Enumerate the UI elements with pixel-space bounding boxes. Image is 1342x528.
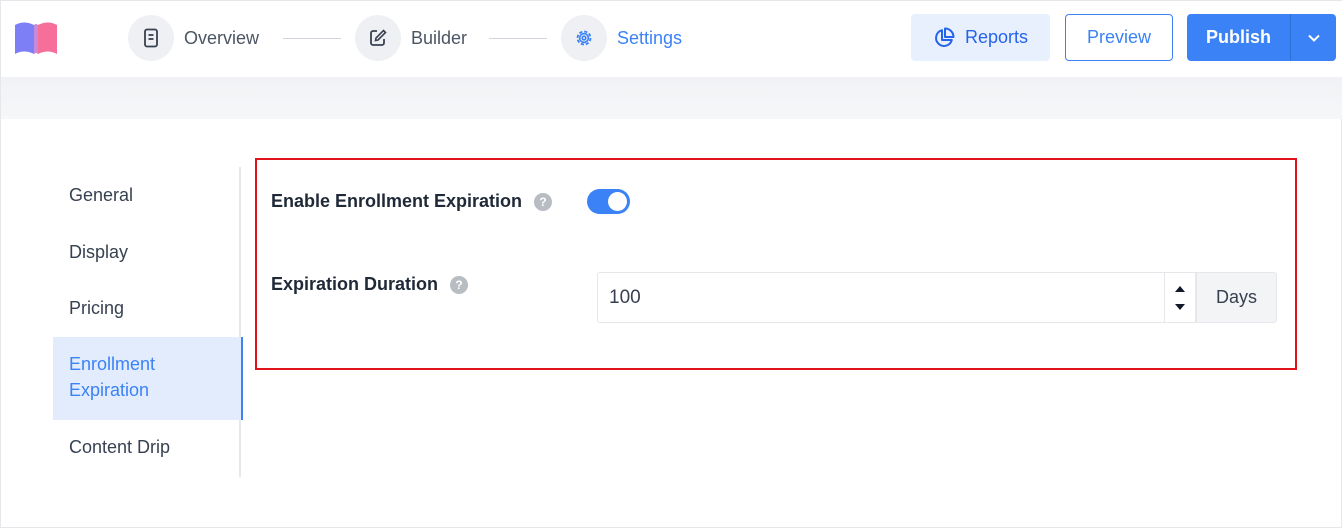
- step-builder[interactable]: Builder: [355, 15, 467, 61]
- duration-stepper[interactable]: [1164, 272, 1196, 323]
- chevron-down-icon: [1307, 34, 1320, 42]
- step-overview[interactable]: Overview: [128, 15, 259, 61]
- help-icon[interactable]: ?: [450, 275, 469, 294]
- preview-label: Preview: [1086, 27, 1152, 47]
- preview-button[interactable]: Preview: [1065, 14, 1173, 61]
- toggle-knob: [608, 192, 627, 211]
- publish-button[interactable]: Publish: [1187, 14, 1290, 61]
- gear-icon: [576, 30, 592, 46]
- decrement-arrow-icon[interactable]: [1174, 303, 1186, 311]
- sidebar-item-content-drip[interactable]: Content Drip: [53, 434, 241, 460]
- step-settings-label: Settings: [617, 27, 683, 48]
- step-builder-label: Builder: [411, 27, 468, 48]
- reports-label: Reports: [964, 27, 1029, 47]
- sidebar-item-pricing[interactable]: Pricing: [53, 295, 241, 321]
- enable-expiration-label: Enable Enrollment Expiration: [271, 191, 523, 211]
- step-settings-circle: [561, 15, 607, 61]
- step-connector: [489, 38, 547, 39]
- enable-expiration-toggle[interactable]: [587, 189, 630, 214]
- reports-button[interactable]: Reports: [911, 14, 1050, 61]
- enrollment-expiration-panel: Enable Enrollment Expiration ? Expiratio…: [255, 158, 1297, 370]
- publish-label: Publish: [1205, 27, 1271, 47]
- step-connector: [283, 38, 341, 39]
- duration-unit: Days: [1196, 272, 1277, 323]
- step-settings[interactable]: Settings: [561, 15, 682, 61]
- step-overview-circle: [128, 15, 174, 61]
- edit-icon: [370, 29, 387, 46]
- top-bar: Overview Builder Settings Reports Previe…: [1, 1, 1342, 77]
- document-icon: [144, 28, 158, 48]
- help-icon[interactable]: ?: [534, 192, 553, 211]
- step-builder-circle: [355, 15, 401, 61]
- logo-icon[interactable]: [13, 19, 59, 57]
- header-band: [1, 77, 1342, 119]
- page: Overview Builder Settings Reports Previe…: [0, 0, 1342, 528]
- sidebar-item-general[interactable]: General: [53, 182, 241, 208]
- expiration-duration-row: Expiration Duration ?: [271, 274, 469, 295]
- step-overview-label: Overview: [184, 27, 260, 48]
- sidebar-item-enrollment-expiration[interactable]: Enrollment Expiration: [53, 337, 243, 420]
- publish-options-button[interactable]: [1290, 14, 1336, 61]
- enable-expiration-row: Enable Enrollment Expiration ?: [271, 191, 553, 212]
- increment-arrow-icon[interactable]: [1174, 285, 1186, 293]
- pie-chart-icon: [935, 27, 955, 47]
- settings-sidebar: General Display Pricing Enrollment Expir…: [53, 167, 243, 477]
- sidebar-item-display[interactable]: Display: [53, 239, 241, 265]
- expiration-duration-label: Expiration Duration: [271, 274, 439, 294]
- expiration-duration-input[interactable]: 100: [597, 272, 1166, 323]
